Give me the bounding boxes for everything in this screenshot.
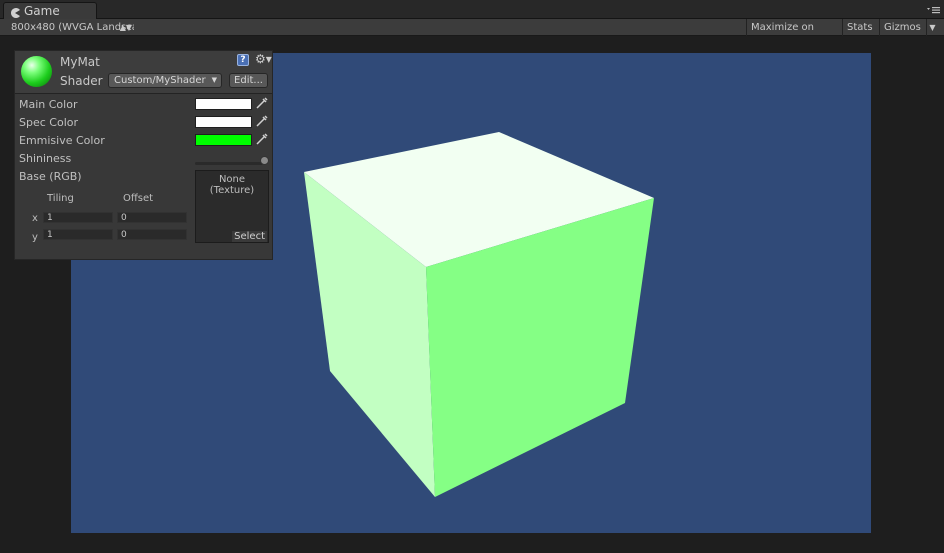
tiling-y-field[interactable]: 1 xyxy=(43,229,113,240)
emmisive-color-label: Emmisive Color xyxy=(19,134,105,147)
stats-button[interactable]: Stats xyxy=(842,19,879,36)
material-name: MyMat xyxy=(60,55,100,69)
material-header: MyMat Shader Custom/MyShader ▼ Edit... ?… xyxy=(15,51,272,94)
tab-menu-icon[interactable] xyxy=(927,5,941,18)
gizmos-button[interactable]: Gizmos xyxy=(879,19,926,36)
chevron-down-icon: ▼ xyxy=(211,76,217,84)
base-texture-slot[interactable]: None (Texture) Select xyxy=(195,170,269,243)
maximize-on-play-button[interactable]: Maximize on Play xyxy=(746,19,842,50)
gear-icon[interactable]: ⚙▾ xyxy=(255,52,272,66)
dropdown-arrows-icon: ▲▼ xyxy=(119,23,132,32)
shininess-slider-knob[interactable] xyxy=(260,156,269,165)
shader-value: Custom/MyShader xyxy=(114,75,206,86)
gizmos-dropdown-icon[interactable]: ▼ xyxy=(926,19,938,36)
shader-dropdown[interactable]: Custom/MyShader ▼ xyxy=(108,73,222,88)
tiling-label: Tiling xyxy=(47,193,74,204)
texture-select-button[interactable]: Select xyxy=(232,231,267,242)
base-texture-label: Base (RGB) xyxy=(19,170,82,183)
spec-color-swatch[interactable] xyxy=(195,116,252,128)
y-axis-label: y xyxy=(32,232,38,243)
eyedropper-icon[interactable] xyxy=(256,97,268,112)
resolution-value: 800x480 (WVGA Landscape) xyxy=(11,22,134,33)
main-color-swatch[interactable] xyxy=(195,98,252,110)
texture-none-line2: (Texture) xyxy=(209,185,255,196)
texture-none-line1: None xyxy=(218,174,246,185)
tab-game[interactable]: Game xyxy=(3,2,97,19)
help-icon[interactable]: ? xyxy=(237,54,249,66)
spec-color-label: Spec Color xyxy=(19,116,78,129)
eyedropper-icon[interactable] xyxy=(256,133,268,148)
eyedropper-icon[interactable] xyxy=(256,115,268,130)
material-inspector: MyMat Shader Custom/MyShader ▼ Edit... ?… xyxy=(14,50,273,260)
resolution-dropdown[interactable]: 800x480 (WVGA Landscape) ▲▼ xyxy=(6,20,134,35)
tiling-x-field[interactable]: 1 xyxy=(43,212,113,223)
emmisive-color-swatch[interactable] xyxy=(195,134,252,146)
shininess-label: Shininess xyxy=(19,152,72,165)
edit-shader-button[interactable]: Edit... xyxy=(229,73,268,88)
texture-none-text: None (Texture) xyxy=(196,174,268,196)
offset-y-field[interactable]: 0 xyxy=(117,229,187,240)
offset-x-field[interactable]: 0 xyxy=(117,212,187,223)
material-preview-sphere xyxy=(21,56,52,87)
shininess-slider-track[interactable] xyxy=(195,162,263,165)
tab-game-label: Game xyxy=(24,4,60,18)
tab-bar: Game xyxy=(0,0,944,19)
offset-label: Offset xyxy=(123,193,154,204)
main-color-label: Main Color xyxy=(19,98,78,111)
game-toolbar: 800x480 (WVGA Landscape) ▲▼ Maximize on … xyxy=(0,19,944,50)
x-axis-label: x xyxy=(32,213,38,224)
shader-label: Shader xyxy=(60,74,103,88)
